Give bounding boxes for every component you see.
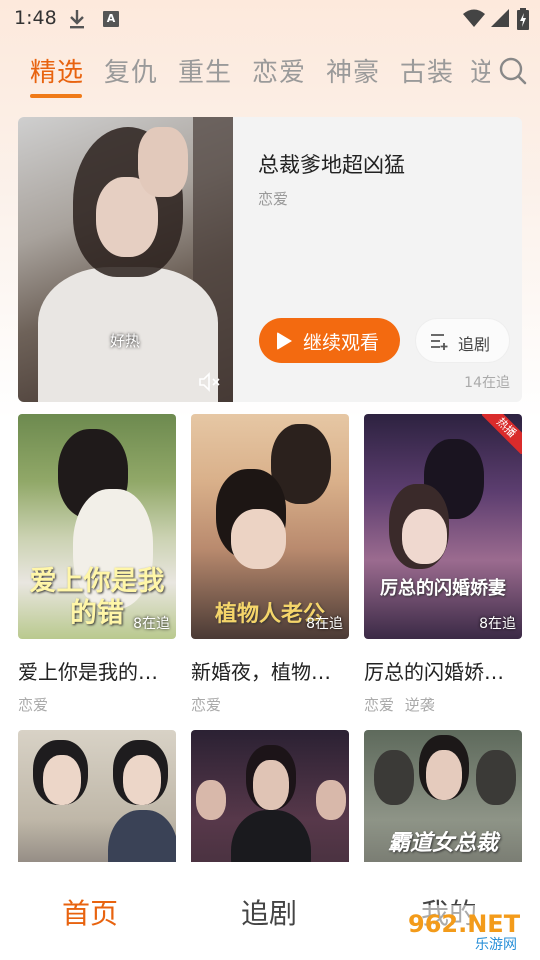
nav-home[interactable]: 首页 — [62, 892, 118, 932]
tab-tycoon[interactable]: 神豪 — [326, 52, 380, 89]
drama-title[interactable]: 新婚夜，植物… — [191, 656, 349, 685]
drama-poster[interactable]: 厉总的闪婚娇妻 热播 8在追 — [364, 414, 522, 639]
featured-genre: 恋爱 — [258, 190, 289, 208]
drama-tags: 恋爱 — [18, 694, 176, 715]
drama-poster[interactable]: 爱上你是我的错 8在追 — [18, 414, 176, 639]
watermark-logo: 962.NET 乐游网 — [402, 905, 533, 953]
tab-rebirth[interactable]: 重生 — [178, 52, 232, 89]
tab-romance[interactable]: 恋爱 — [252, 52, 306, 89]
genre-tag: 恋爱 — [364, 696, 395, 714]
continue-watching-button[interactable]: 继续观看 — [259, 318, 400, 363]
poster-title-art: 厉总的闪婚娇妻 — [380, 578, 506, 599]
genre-tag: 恋爱 — [191, 696, 222, 714]
search-icon[interactable] — [498, 56, 528, 86]
svg-text:962.NET: 962.NET — [408, 910, 521, 938]
download-icon — [70, 10, 84, 29]
poster-title-art: 霸道女总裁 — [387, 831, 498, 856]
drama-tags: 恋爱 — [191, 694, 349, 715]
tab-overflow[interactable]: 逆 — [470, 52, 490, 92]
active-tab-indicator — [30, 94, 82, 98]
featured-title[interactable]: 总裁爹地超凶猛 — [258, 149, 405, 179]
category-tabs: 精选 复仇 重生 恋爱 神豪 古装 逆 — [0, 52, 540, 100]
follow-drama-button[interactable]: 追剧 — [415, 318, 510, 363]
drama-tags: 恋爱 逆袭 — [364, 694, 522, 715]
drama-card[interactable]: 植物人老公 8在追 新婚夜，植物… 恋爱 — [191, 414, 349, 715]
drama-title[interactable]: 爱上你是我的… — [18, 656, 176, 685]
wifi-icon — [463, 9, 485, 27]
svg-text:乐游网: 乐游网 — [475, 937, 517, 953]
status-bar: 1:48 A — [0, 0, 540, 38]
drama-poster[interactable]: 植物人老公 8在追 — [191, 414, 349, 639]
mute-icon[interactable] — [198, 372, 222, 392]
featured-video-thumbnail[interactable]: 好热 — [18, 117, 233, 402]
tab-partial[interactable]: 逆 — [470, 52, 490, 89]
genre-tag: 逆袭 — [404, 696, 435, 714]
featured-follow-count: 14在追 — [464, 375, 510, 391]
featured-drama-card[interactable]: 好热 总裁爹地超凶猛 恋爱 继续观看 追剧 14在追 — [18, 117, 522, 402]
genre-tag: 恋爱 — [18, 696, 49, 714]
follow-count: 8在追 — [133, 616, 170, 632]
drama-card[interactable]: 爱上你是我的错 8在追 爱上你是我的… 恋爱 — [18, 414, 176, 715]
battery-icon — [517, 8, 529, 30]
add-list-icon — [431, 334, 448, 350]
notification-a-icon: A — [103, 11, 119, 27]
nav-following[interactable]: 追剧 — [241, 892, 297, 932]
video-subtitle: 好热 — [110, 332, 141, 350]
hot-badge: 热播 — [482, 414, 522, 454]
status-time: 1:48 — [14, 7, 57, 29]
follow-count: 8在追 — [306, 616, 343, 632]
continue-watching-label: 继续观看 — [303, 332, 380, 354]
play-icon — [277, 332, 292, 350]
drama-title[interactable]: 厉总的闪婚娇… — [364, 656, 522, 685]
tab-costume[interactable]: 古装 — [400, 52, 454, 89]
drama-card[interactable]: 厉总的闪婚娇妻 热播 8在追 厉总的闪婚娇… 恋爱 逆袭 — [364, 414, 522, 715]
follow-drama-label: 追剧 — [458, 335, 491, 354]
follow-count: 8在追 — [479, 616, 516, 632]
tab-revenge[interactable]: 复仇 — [104, 52, 158, 89]
signal-icon — [491, 9, 509, 27]
tab-featured[interactable]: 精选 — [30, 52, 84, 89]
